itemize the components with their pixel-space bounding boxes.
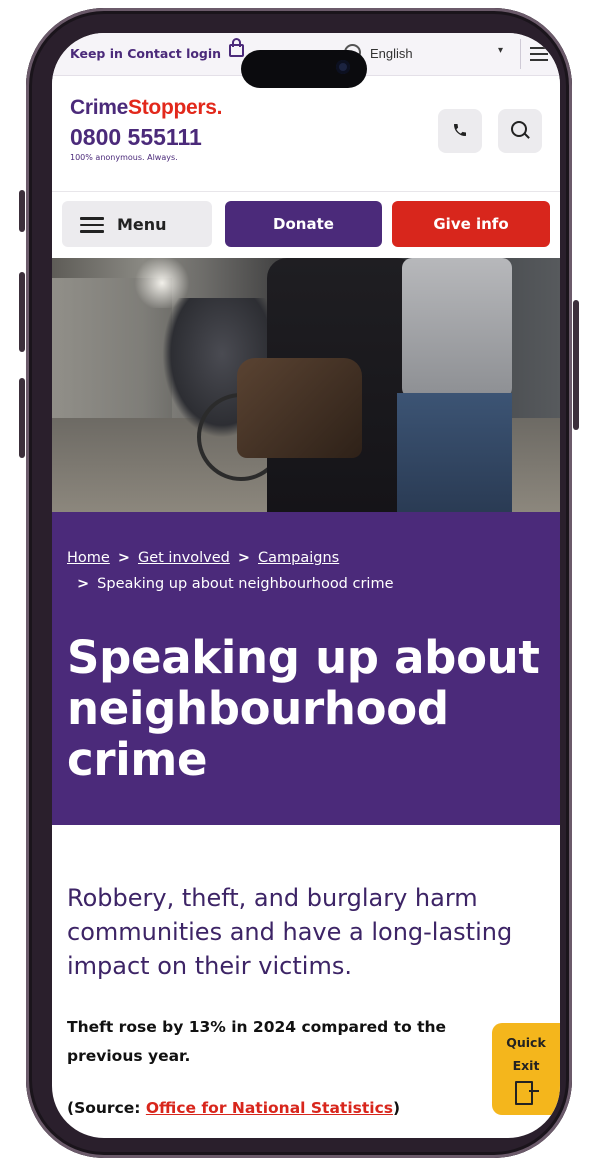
quick-exit-label: Exit [512, 1058, 540, 1073]
breadcrumb: Home > Get involved > Campaigns > Speaking up… [67, 545, 547, 597]
breadcrumb-home[interactable]: Home [67, 550, 110, 566]
chevron-right-icon: > [77, 576, 90, 592]
phone-power-button [573, 300, 579, 430]
breadcrumb-campaigns[interactable]: Campaigns [258, 550, 339, 566]
phone-screen: Keep in Contact login English ▾ CrimeSto… [52, 33, 560, 1138]
lock-icon [229, 38, 244, 57]
donate-button[interactable]: Donate [225, 201, 382, 247]
call-button[interactable] [438, 109, 482, 153]
menu-icon [80, 217, 104, 233]
door-exit-icon [515, 1081, 539, 1105]
camera-lens [336, 60, 350, 74]
logo-wordmark: CrimeStoppers. [70, 96, 223, 119]
phone-volume-up-button [19, 272, 25, 352]
page-title-band: Home > Get involved > Campaigns > Speaking up… [52, 512, 560, 825]
site-header: CrimeStoppers. 0800 555111 100% anonymou… [52, 76, 560, 192]
phone-mute-button [19, 190, 25, 232]
breadcrumb-current: > Speaking up about neighbourhood crime [67, 571, 547, 597]
give-info-button[interactable]: Give info [392, 201, 550, 247]
search-icon [511, 121, 527, 137]
stat-paragraph: Theft rose by 13% in 2024 compared to th… [67, 1018, 447, 1065]
chevron-right-icon: > [237, 550, 250, 566]
search-button[interactable] [498, 109, 542, 153]
breadcrumb-get-involved[interactable]: Get involved [138, 550, 230, 566]
logo-phone-number: 0800 555111 [70, 124, 202, 150]
page-title: Speaking up about neighbourhood crime [67, 631, 540, 786]
phone-volume-down-button [19, 378, 25, 458]
chevron-right-icon: > [117, 550, 130, 566]
divider [520, 39, 521, 69]
menu-button-label: Menu [117, 215, 167, 234]
quick-exit-button[interactable]: Quick Exit [492, 1023, 560, 1115]
contact-login-link[interactable]: Keep in Contact login [70, 46, 221, 61]
source-link[interactable]: Office for National Statistics [146, 1099, 393, 1117]
language-select[interactable]: English [370, 46, 413, 61]
source-line: (Source: Office for National Statistics) [67, 1099, 401, 1117]
phone-icon [454, 124, 466, 136]
menu-button[interactable]: Menu [62, 201, 212, 247]
action-nav: Menu Donate Give info [52, 192, 560, 258]
site-logo[interactable]: CrimeStoppers. 0800 555111 100% anonymou… [70, 96, 222, 162]
lead-paragraph: Robbery, theft, and burglary harm commun… [67, 884, 513, 980]
hamburger-icon[interactable] [530, 47, 548, 61]
hero-image [52, 258, 560, 512]
logo-tagline: 100% anonymous. Always. [70, 153, 178, 162]
quick-exit-label: Quick [506, 1035, 546, 1050]
chevron-down-icon: ▾ [498, 45, 504, 56]
